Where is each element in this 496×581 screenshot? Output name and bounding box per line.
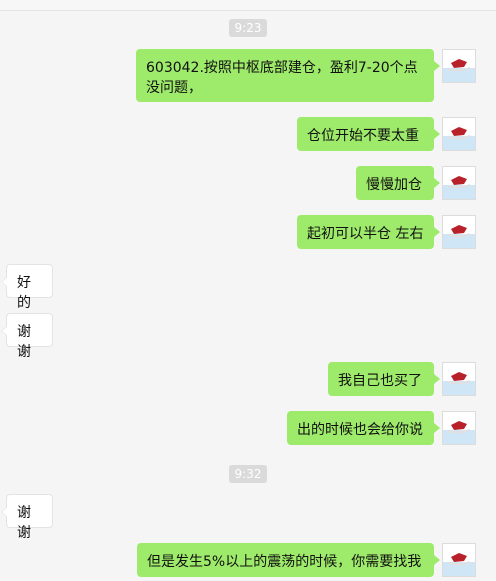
message-text: 起初可以半仓 左右 <box>307 226 424 242</box>
sender-avatar[interactable] <box>442 543 476 577</box>
sender-avatar[interactable] <box>442 117 476 151</box>
red-bull-logo-avatar-icon <box>443 412 475 444</box>
sent-message-bubble[interactable]: 起初可以半仓 左右 <box>297 215 440 249</box>
message-text: 但是发生5%以上的震荡的时候，你需要找我 <box>147 554 422 570</box>
received-message-bubble[interactable]: 好的 <box>1 264 53 311</box>
red-bull-logo-avatar-icon <box>443 118 475 150</box>
message-text: 我自己也买了 <box>338 373 422 389</box>
message-text: 仓位开始不要太重 <box>307 128 419 144</box>
message-text: 谢谢 <box>17 505 31 541</box>
sent-message-bubble[interactable]: 但是发生5%以上的震荡的时候，你需要找我 <box>137 543 440 577</box>
message-text: 谢谢 <box>17 324 31 360</box>
timestamp: 9:32 <box>228 465 268 483</box>
received-message-bubble[interactable]: 谢谢 <box>1 494 53 541</box>
sender-avatar[interactable] <box>442 411 476 445</box>
red-bull-logo-avatar-icon <box>443 216 475 248</box>
received-message-bubble[interactable]: 谢谢 <box>1 313 53 360</box>
timestamp: 9:23 <box>228 19 268 37</box>
timestamp-divider: 9:23 <box>0 17 496 37</box>
timestamp-divider: 9:32 <box>0 463 496 483</box>
sender-avatar[interactable] <box>442 166 476 200</box>
red-bull-logo-avatar-icon <box>443 363 475 395</box>
red-bull-logo-avatar-icon <box>443 544 475 576</box>
message-text: 好的 <box>17 275 31 311</box>
sent-message-bubble[interactable]: 仓位开始不要太重 <box>297 117 440 151</box>
sender-avatar[interactable] <box>442 362 476 396</box>
message-text: 出的时候也会给你说 <box>297 422 423 438</box>
red-bull-logo-avatar-icon <box>443 50 475 82</box>
window-top-border <box>0 0 496 11</box>
red-bull-logo-avatar-icon <box>443 167 475 199</box>
sent-message-bubble[interactable]: 慢慢加仓 <box>356 166 440 200</box>
sender-avatar[interactable] <box>442 49 476 83</box>
message-text: 慢慢加仓 <box>366 177 422 193</box>
sent-message-bubble[interactable]: 603042.按照中枢底部建仓，盈利7-20个点没问题， <box>136 49 440 102</box>
sender-avatar[interactable] <box>442 215 476 249</box>
sent-message-bubble[interactable]: 我自己也买了 <box>328 362 440 396</box>
message-text: 603042.按照中枢底部建仓，盈利7-20个点没问题， <box>146 60 418 96</box>
sent-message-bubble[interactable]: 出的时候也会给你说 <box>287 411 440 445</box>
